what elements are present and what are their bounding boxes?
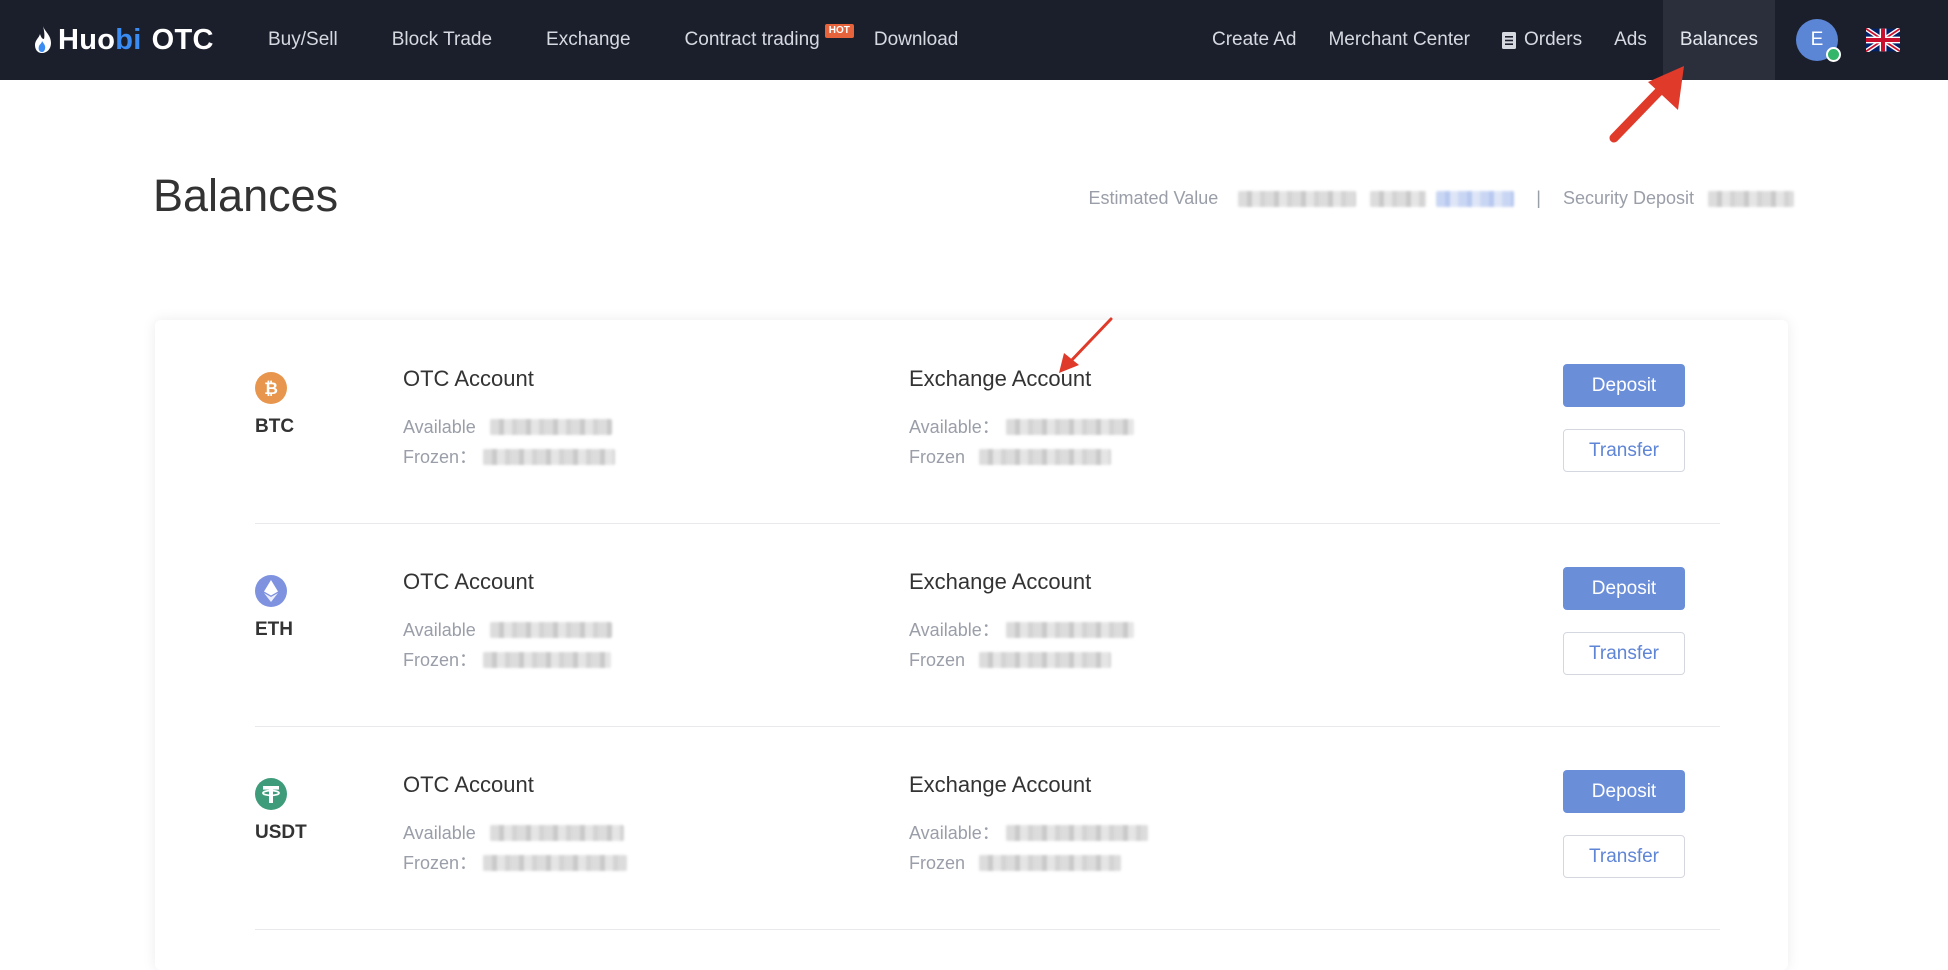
available-field: Available xyxy=(403,615,612,645)
hot-badge: HOT xyxy=(824,24,854,38)
deposit-button[interactable]: Deposit xyxy=(1563,364,1685,407)
uk-flag-icon[interactable] xyxy=(1866,28,1900,52)
frozen-field: Frozen： xyxy=(403,442,616,472)
available-field: Available xyxy=(403,818,627,848)
main-nav: Buy/Sell Block Trade Exchange Contract t… xyxy=(268,0,1012,80)
account-row-btc: ₿ BTC OTC Account Available Frozen： Exch… xyxy=(255,320,1720,524)
tether-icon xyxy=(255,778,287,810)
available-label: Available xyxy=(403,823,476,843)
frozen-label: Frozen xyxy=(909,650,966,670)
deposit-button[interactable]: Deposit xyxy=(1563,567,1685,610)
frozen-label: Frozen： xyxy=(403,650,478,670)
account-row-usdt: USDT OTC Account Available Frozen： Excha… xyxy=(255,726,1720,930)
frozen-label: Frozen： xyxy=(403,853,478,873)
nav-orders[interactable]: Orders xyxy=(1486,0,1598,80)
coin-name: BTC xyxy=(255,416,295,437)
nav-orders-label: Orders xyxy=(1524,29,1583,50)
available-label: Available： xyxy=(909,620,1000,640)
brand-accent: bi xyxy=(115,23,142,56)
nav-buy-sell[interactable]: Buy/Sell xyxy=(268,0,338,80)
online-status-dot xyxy=(1826,47,1841,62)
transfer-button[interactable]: Transfer xyxy=(1563,429,1685,472)
nav-block-trade[interactable]: Block Trade xyxy=(392,0,492,80)
available-field: Available： xyxy=(909,412,1134,442)
otc-account-title: OTC Account xyxy=(403,569,534,594)
separator: | xyxy=(1536,188,1541,208)
frozen-label: Frozen： xyxy=(403,447,478,467)
transfer-button[interactable]: Transfer xyxy=(1563,632,1685,675)
flame-icon xyxy=(35,26,51,53)
available-label: Available xyxy=(403,620,476,640)
nav-merchant-center[interactable]: Merchant Center xyxy=(1312,0,1486,80)
redacted-value xyxy=(1005,622,1134,638)
frozen-field: Frozen： xyxy=(403,848,628,878)
user-nav: Create Ad Merchant Center Orders Ads Bal… xyxy=(1196,0,1948,80)
redacted-value xyxy=(489,419,612,435)
available-field: Available xyxy=(403,412,615,442)
annotation-arrow-icon xyxy=(1609,66,1684,143)
ethereum-icon xyxy=(255,575,287,607)
otc-account: OTC Account Available Frozen： xyxy=(403,569,612,675)
exchange-account: Exchange Account Available： Frozen xyxy=(909,366,1134,472)
otc-account: OTC Account Available Frozen： xyxy=(403,366,616,472)
brand-suffix: OTC xyxy=(151,23,214,56)
estimated-value-label: Estimated Value xyxy=(1088,188,1219,208)
redacted-value xyxy=(1436,190,1515,207)
available-label: Available： xyxy=(909,823,1000,843)
otc-account-title: OTC Account xyxy=(403,366,534,391)
redacted-value xyxy=(483,855,628,871)
exchange-account: Exchange Account Available： Frozen xyxy=(909,569,1134,675)
redacted-value xyxy=(1238,190,1357,207)
redacted-value xyxy=(489,825,624,841)
nav-contract-trading-label: Contract trading xyxy=(684,29,820,50)
available-field: Available： xyxy=(909,818,1148,848)
exchange-account-title: Exchange Account xyxy=(909,772,1092,797)
balance-summary: Estimated Value | Security Deposit xyxy=(1088,188,1794,209)
frozen-label: Frozen xyxy=(909,853,966,873)
transfer-button[interactable]: Transfer xyxy=(1563,835,1685,878)
redacted-value xyxy=(979,855,1122,871)
available-label: Available xyxy=(403,417,476,437)
otc-account-title: OTC Account xyxy=(403,772,534,797)
brand-logo[interactable]: Huo bi OTC xyxy=(32,0,214,80)
frozen-field: Frozen xyxy=(909,848,1148,878)
document-icon xyxy=(1502,31,1516,49)
bitcoin-icon: ₿ xyxy=(255,372,287,404)
exchange-account-title: Exchange Account xyxy=(909,569,1092,594)
coin-name: USDT xyxy=(255,822,307,843)
frozen-field: Frozen： xyxy=(403,645,612,675)
redacted-value xyxy=(1708,190,1794,207)
redacted-value xyxy=(1005,825,1148,841)
redacted-value xyxy=(489,622,612,638)
annotation-arrow-icon xyxy=(1059,317,1113,373)
nav-download[interactable]: Download xyxy=(874,0,959,80)
frozen-label: Frozen xyxy=(909,447,966,467)
available-field: Available： xyxy=(909,615,1134,645)
security-deposit-label: Security Deposit xyxy=(1562,188,1694,208)
nav-create-ad[interactable]: Create Ad xyxy=(1196,0,1313,80)
nav-contract-trading[interactable]: Contract trading HOT xyxy=(685,0,854,80)
exchange-account: Exchange Account Available： Frozen xyxy=(909,772,1148,878)
avatar-initial: E xyxy=(1810,29,1824,50)
redacted-value xyxy=(1005,419,1134,435)
account-row-eth: ETH OTC Account Available Frozen： Exchan… xyxy=(255,523,1720,727)
redacted-value xyxy=(1370,190,1427,207)
redacted-value xyxy=(979,652,1112,668)
svg-text:₿: ₿ xyxy=(264,379,278,398)
deposit-button[interactable]: Deposit xyxy=(1563,770,1685,813)
otc-account: OTC Account Available Frozen： xyxy=(403,772,628,878)
page-title: Balances xyxy=(153,170,339,221)
redacted-value xyxy=(979,449,1112,465)
balances-card: ₿ BTC OTC Account Available Frozen： Exch… xyxy=(155,317,1788,970)
avatar[interactable]: E xyxy=(1796,19,1841,62)
nav-exchange[interactable]: Exchange xyxy=(546,0,631,80)
brand-main: Huo xyxy=(58,23,116,56)
frozen-field: Frozen xyxy=(909,645,1134,675)
available-label: Available： xyxy=(909,417,1000,437)
redacted-value xyxy=(483,652,612,668)
frozen-field: Frozen xyxy=(909,442,1134,472)
redacted-value xyxy=(483,449,616,465)
coin-name: ETH xyxy=(255,619,293,640)
